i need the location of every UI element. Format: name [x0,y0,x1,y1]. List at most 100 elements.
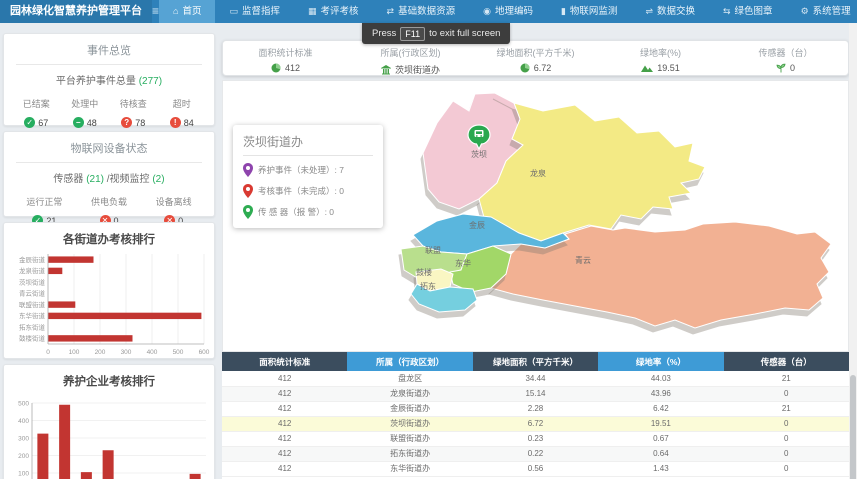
purple-pin-icon [243,163,253,177]
svg-text:400: 400 [147,349,158,356]
monitor-icon: ▭ [229,0,238,23]
page-scrollbar[interactable] [849,23,857,479]
nav-item-supervision[interactable]: ▭监督指挥 [215,0,294,23]
gear-icon: ⚙ [801,0,809,23]
col-green-area[interactable]: 绿地面积（平方千米） [473,352,598,371]
stamp-icon: ⇆ [723,0,731,23]
stat-pending-check: 待核查 78 [109,97,158,128]
device-icon: ▮ [561,0,566,23]
building-icon [381,65,391,75]
table-row[interactable]: 412拓东街道办0.220.640 [222,446,849,461]
label-donghua: 东华 [455,258,471,268]
stat-processing: 处理中 48 [61,97,110,128]
overview-cards: 面积统计标准 412 所属(行政区划) 茨坝街道办 绿地面积(平方千米) 6.7… [222,40,849,76]
svg-text:东华街道: 东华街道 [19,311,46,320]
popup-assessment-events: 考核事件（未完成）: 0 [243,184,373,198]
table-header: 面积统计标准 所属（行政区划） 绿地面积（平方千米） 绿地率（%） 传感器（台） [222,352,849,371]
label-ciba: 茨坝 [471,149,487,159]
nav-item-home[interactable]: ⌂首页 [159,0,215,23]
pie-icon [271,63,281,73]
iot-status-card: 物联网设备状态 传感器 (21) /视频监控 (2) 运行正常 21 供电负载 … [3,131,215,217]
menu-icon[interactable]: ≡ [152,0,159,23]
districts-table-panel: 面积统计标准 所属（行政区划） 绿地面积（平方千米） 绿地率（%） 传感器（台）… [222,352,849,479]
minus-circle-icon [73,117,84,128]
col-area-standard[interactable]: 面积统计标准 [222,352,347,371]
label-jinchen: 金辰 [469,220,485,230]
stat-overtime: 超时 84 [158,97,207,128]
street-ranking-title: 各街道办考核排行 [4,223,214,247]
label-gulou: 鼓楼 [416,267,432,277]
table-row[interactable]: 412金辰街道办2.286.4221 [222,401,849,416]
nav-item-data-exchange[interactable]: ⇌数据交换 [631,0,709,23]
col-sensors[interactable]: 传感器（台） [724,352,849,371]
nav-menu: ⌂首页 ▭监督指挥 ▦考评考核 ⇄基础数据资源 ◉地理编码 ▮物联网监测 ⇌数据… [159,0,857,23]
fullscreen-tip: Press F11 to exit full screen [362,23,510,44]
red-pin-icon [243,184,253,198]
iot-subtitle: 传感器 (21) /视频监控 (2) [4,163,214,185]
map-regions [401,93,831,328]
calendar-icon: ▦ [308,0,317,23]
street-ranking-card: 各街道办考核排行 0 100 200 300 400 500 600 金辰街道龙泉街道茨坝街道… [3,222,215,359]
app-title: 园林绿化智慧养护管理平台 [0,0,152,23]
svg-text:600: 600 [199,349,210,356]
fullscreen-key-badge: F11 [400,27,425,41]
svg-text:青云街道: 青云街道 [19,289,46,298]
page: { "colors": { "navbar": "#2e81ba", "navb… [0,0,857,479]
svg-text:龙泉街道: 龙泉街道 [19,266,46,275]
map-pin-icon: ◉ [483,0,491,23]
events-overview-card: 事件总览 平台养护事件总量 (277) 已结案 67 处理中 48 待核查 78… [3,33,215,126]
svg-text:300: 300 [121,349,132,356]
popup-title: 茨坝街道办 [243,133,373,156]
street-ranking-bar-chart: 0 100 200 300 400 500 600 金辰街道龙泉街道茨坝街道青云街道联盟街道东… [6,251,212,357]
col-green-rate[interactable]: 绿地率（%） [598,352,723,371]
popup-maintenance-events: 养护事件（未处理）: 7 [243,163,373,177]
svg-text:500: 500 [18,400,29,407]
fullscreen-tip-suffix: to exit full screen [429,28,500,39]
svg-text:300: 300 [18,435,29,442]
map-panel: 茨坝 龙泉 金辰 联盟 鼓楼 东华 拓东 青云 茨坝街道办 养护事件（未处理）:… [222,80,849,352]
svg-text:联盟街道: 联盟街道 [19,300,46,309]
exchange-icon: ⇄ [387,0,395,23]
svg-text:100: 100 [69,349,80,356]
sync-icon: ⇌ [645,0,653,23]
fullscreen-tip-prefix: Press [372,28,396,39]
enterprise-ranking-bar-chart: 5004003002001000 [6,393,212,479]
table-row[interactable]: 412联盟街道办0.230.670 [222,431,849,446]
nav-item-assessment[interactable]: ▦考评考核 [294,0,373,23]
svg-text:0: 0 [46,349,50,356]
table-body: 412盘龙区34.4444.0321412龙泉街道办15.1443.960412… [222,371,849,476]
navbar: 园林绿化智慧养护管理平台 ≡ ⌂首页 ▭监督指挥 ▦考评考核 ⇄基础数据资源 ◉… [0,0,857,23]
exclamation-circle-icon [170,117,181,128]
card-admin-division: 所属(行政区划) 茨坝街道办 [348,41,473,75]
mountain-icon [641,63,653,73]
check-circle-icon [24,117,35,128]
table-row[interactable]: 412盘龙区34.4444.0321 [222,371,849,386]
region-info-popup: 茨坝街道办 养护事件（未处理）: 7 考核事件（未完成）: 0 传 感 器（报 … [233,125,383,228]
enterprise-ranking-title: 养护企业考核排行 [4,365,214,389]
svg-text:200: 200 [95,349,106,356]
events-overview-title: 事件总览 [4,34,214,58]
nav-item-iot-monitor[interactable]: ▮物联网监测 [547,0,631,23]
nav-item-geocoding[interactable]: ◉地理编码 [469,0,547,23]
table-row[interactable]: 412龙泉街道办15.1443.960 [222,386,849,401]
home-icon: ⌂ [173,0,178,23]
svg-text:鼓楼街道: 鼓楼街道 [19,334,46,343]
nav-item-green-stamp[interactable]: ⇆绿色图章 [709,0,787,23]
iot-stats: 运行正常 21 供电负载 0 设备离线 0 [4,185,214,226]
svg-text:金辰街道: 金辰街道 [19,255,46,264]
label-lianmeng: 联盟 [425,246,441,255]
svg-text:500: 500 [173,349,184,356]
popup-sensor-alarms: 传 感 器（报 警）: 0 [243,205,373,219]
scrollbar-thumb[interactable] [850,375,856,479]
nav-item-system[interactable]: ⚙系统管理 [787,0,857,23]
table-row[interactable]: 412东华街道办0.561.430 [222,461,849,476]
label-qingyun: 青云 [575,255,591,265]
label-tuodong: 拓东 [420,281,436,291]
pie-icon [520,63,530,73]
districts-table: 面积统计标准 所属（行政区划） 绿地面积（平方千米） 绿地率（%） 传感器（台）… [222,352,849,477]
nav-item-base-data[interactable]: ⇄基础数据资源 [373,0,470,23]
table-row[interactable]: 412茨坝街道办6.7219.510 [222,416,849,431]
sprout-icon [776,63,786,73]
svg-text:茨坝街道: 茨坝街道 [19,277,46,286]
col-admin-division[interactable]: 所属（行政区划） [347,352,472,371]
